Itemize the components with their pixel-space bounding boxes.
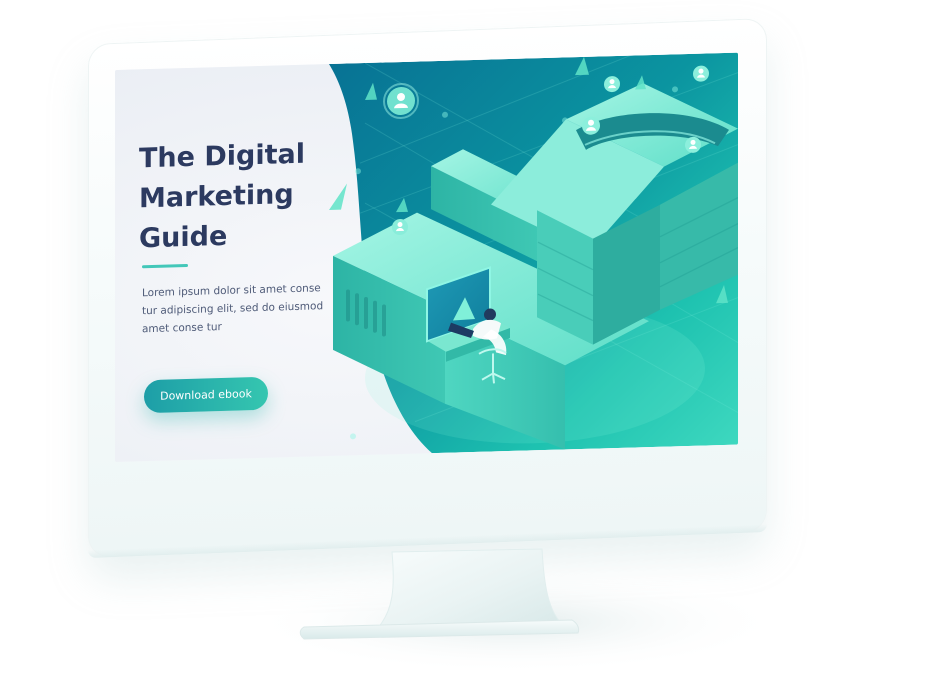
monitor-chin: [88, 523, 767, 558]
hero-description: Lorem ipsum dolor sit amet conse tur adi…: [142, 282, 324, 336]
monitor-screen: The Digital Marketing Guide Lorem ipsum …: [115, 52, 738, 463]
stand-base: [299, 619, 580, 640]
mockup-scene: The Digital Marketing Guide Lorem ipsum …: [0, 0, 939, 699]
download-ebook-button[interactable]: Download ebook: [144, 376, 268, 414]
stand-neck: [374, 548, 566, 631]
user-icon: [383, 83, 419, 120]
page-title: The Digital Marketing Guide: [139, 138, 305, 255]
